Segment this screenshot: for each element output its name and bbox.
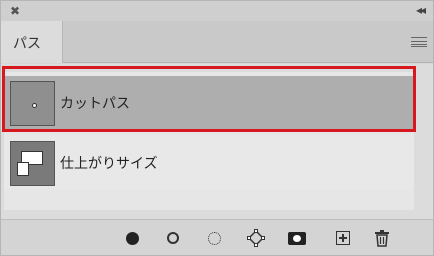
panel-menu-icon[interactable] xyxy=(411,37,427,47)
bottom-toolbar xyxy=(1,219,433,255)
shape-b xyxy=(17,162,29,176)
selection-highlight xyxy=(2,66,416,132)
tab-paths[interactable]: パス xyxy=(1,21,63,63)
stroke-path-icon[interactable] xyxy=(163,228,183,248)
path-name: 仕上がりサイズ xyxy=(60,156,158,172)
panel-titlebar: ✖ ◂◂ xyxy=(1,1,433,21)
tab-bar: パス xyxy=(1,21,433,63)
paths-panel: ✖ ◂◂ パス カットパス 仕上がりサイズ xyxy=(0,0,434,256)
collapse-icon[interactable]: ◂◂ xyxy=(416,3,426,17)
make-work-path-icon[interactable] xyxy=(246,228,266,248)
delete-path-icon[interactable] xyxy=(372,228,392,248)
close-icon[interactable]: ✖ xyxy=(10,4,20,18)
path-row-trim-size[interactable]: 仕上がりサイズ xyxy=(4,136,414,190)
new-path-icon[interactable] xyxy=(333,228,353,248)
shape-path-thumbnail-icon xyxy=(10,141,55,186)
load-as-selection-icon[interactable] xyxy=(204,228,224,248)
add-mask-icon[interactable] xyxy=(287,228,307,248)
tab-label: パス xyxy=(13,36,41,52)
fill-path-icon[interactable] xyxy=(122,228,142,248)
